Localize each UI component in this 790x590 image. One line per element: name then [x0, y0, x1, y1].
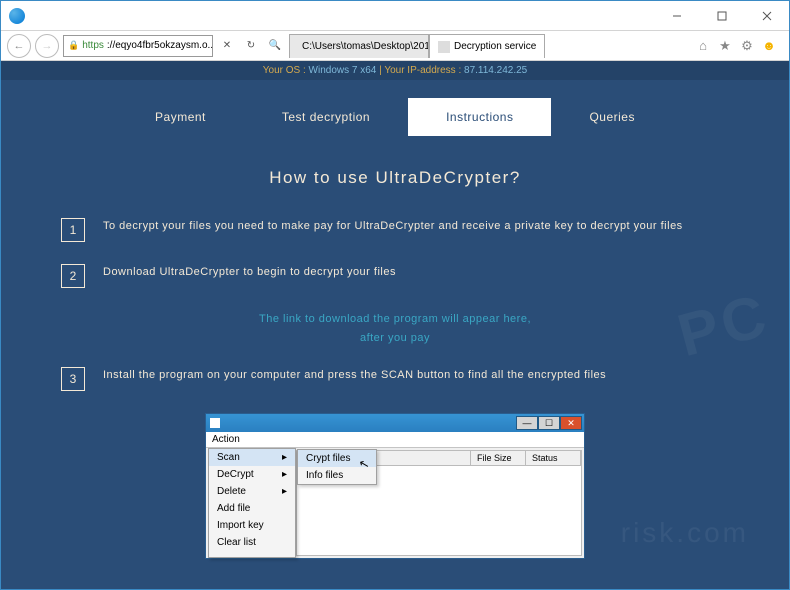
window-minimize-button[interactable] — [654, 1, 699, 31]
submenu-arrow-icon: ▸ — [282, 486, 287, 497]
stop-button[interactable]: ✕ — [217, 40, 237, 51]
tab-instructions[interactable]: Instructions — [408, 98, 551, 136]
tab-queries[interactable]: Queries — [551, 98, 673, 136]
app-menubar[interactable]: Action — [206, 432, 584, 448]
url-text: ://eqyo4fbr5okzaysm.o... — [107, 40, 213, 51]
window-titlebar — [1, 1, 789, 31]
ip-value: 87.114.242.25 — [464, 65, 527, 76]
os-label: Your OS : — [263, 65, 306, 76]
step-item: 2 Download UltraDeCrypter to begin to de… — [61, 264, 729, 288]
nav-forward-button[interactable]: → — [35, 34, 59, 58]
page-icon — [438, 41, 450, 53]
step-number: 1 — [61, 218, 85, 242]
smiley-icon[interactable]: ☻ — [761, 38, 777, 54]
window-close-button[interactable] — [744, 1, 789, 31]
app-close-button[interactable]: ✕ — [560, 416, 582, 430]
tab-test-decryption[interactable]: Test decryption — [244, 98, 408, 136]
app-body: Scan▸ DeCrypt▸ Delete▸ Add file Import k… — [206, 448, 584, 558]
home-icon[interactable]: ⌂ — [695, 38, 711, 54]
tab-payment[interactable]: Payment — [117, 98, 244, 136]
steps-list: 1 To decrypt your files you need to make… — [61, 218, 729, 391]
step-text: Download UltraDeCrypter to begin to decr… — [103, 264, 396, 288]
menu-item-delete[interactable]: Delete▸ — [209, 483, 295, 500]
tools-icon[interactable]: ⚙ — [739, 38, 755, 54]
browser-toolbar: ← → 🔒 https://eqyo4fbr5okzaysm.o... ✕ ↻ … — [1, 31, 789, 61]
tab-label: Decryption service — [454, 41, 536, 52]
page-heading: How to use UltraDeCrypter? — [1, 168, 789, 188]
nav-tabs: Payment Test decryption Instructions Que… — [1, 98, 789, 136]
search-dropdown-button[interactable]: 🔍 — [265, 40, 285, 51]
step-text: Install the program on your computer and… — [103, 367, 606, 391]
favorites-icon[interactable]: ★ — [717, 38, 733, 54]
app-maximize-button[interactable]: ☐ — [538, 416, 560, 430]
step-item: 1 To decrypt your files you need to make… — [61, 218, 729, 242]
tab-strip: C:\Users\tomas\Desktop\2016-... Decrypti… — [289, 33, 691, 58]
ie-logo-icon — [9, 8, 25, 24]
watermark: risk.com — [621, 517, 749, 549]
menu-item-add-file[interactable]: Add file — [209, 500, 295, 517]
window-maximize-button[interactable] — [699, 1, 744, 31]
menu-item-scan[interactable]: Scan▸ — [209, 449, 295, 466]
lock-icon: 🔒 — [68, 40, 79, 51]
page-content: PC risk.com Your OS : Windows 7 x64 | Yo… — [1, 61, 789, 589]
browser-tab[interactable]: C:\Users\tomas\Desktop\2016-... — [289, 34, 429, 58]
ip-label: Your IP-address : — [384, 65, 461, 76]
info-bar: Your OS : Windows 7 x64 | Your IP-addres… — [1, 61, 789, 80]
app-titlebar: — ☐ ✕ — [206, 414, 584, 432]
tab-label: C:\Users\tomas\Desktop\2016-... — [302, 41, 429, 52]
download-link-placeholder: The link to download the program will ap… — [61, 310, 729, 347]
step-item: 3 Install the program on your computer a… — [61, 367, 729, 391]
submenu-arrow-icon: ▸ — [282, 469, 287, 480]
submenu-arrow-icon: ▸ — [282, 452, 287, 463]
app-screenshot: — ☐ ✕ Action Scan▸ DeCrypt▸ Delete▸ Add … — [205, 413, 585, 559]
refresh-button[interactable]: ↻ — [241, 40, 261, 51]
menu-item-clear-list[interactable]: Clear list — [209, 534, 295, 551]
address-bar[interactable]: 🔒 https://eqyo4fbr5okzaysm.o... — [63, 35, 213, 57]
col-status: Status — [526, 451, 581, 465]
action-menu: Scan▸ DeCrypt▸ Delete▸ Add file Import k… — [208, 448, 296, 558]
os-value: Windows 7 x64 — [309, 65, 377, 76]
step-text: To decrypt your files you need to make p… — [103, 218, 683, 242]
app-minimize-button[interactable]: — — [516, 416, 538, 430]
nav-back-button[interactable]: ← — [7, 34, 31, 58]
url-scheme: https — [82, 40, 104, 51]
step-number: 3 — [61, 367, 85, 391]
browser-tab[interactable]: Decryption service — [429, 34, 545, 58]
menu-item-import-key[interactable]: Import key — [209, 517, 295, 534]
step-number: 2 — [61, 264, 85, 288]
menu-item-decrypt[interactable]: DeCrypt▸ — [209, 466, 295, 483]
app-icon — [210, 418, 220, 428]
col-filesize: File Size — [471, 451, 526, 465]
